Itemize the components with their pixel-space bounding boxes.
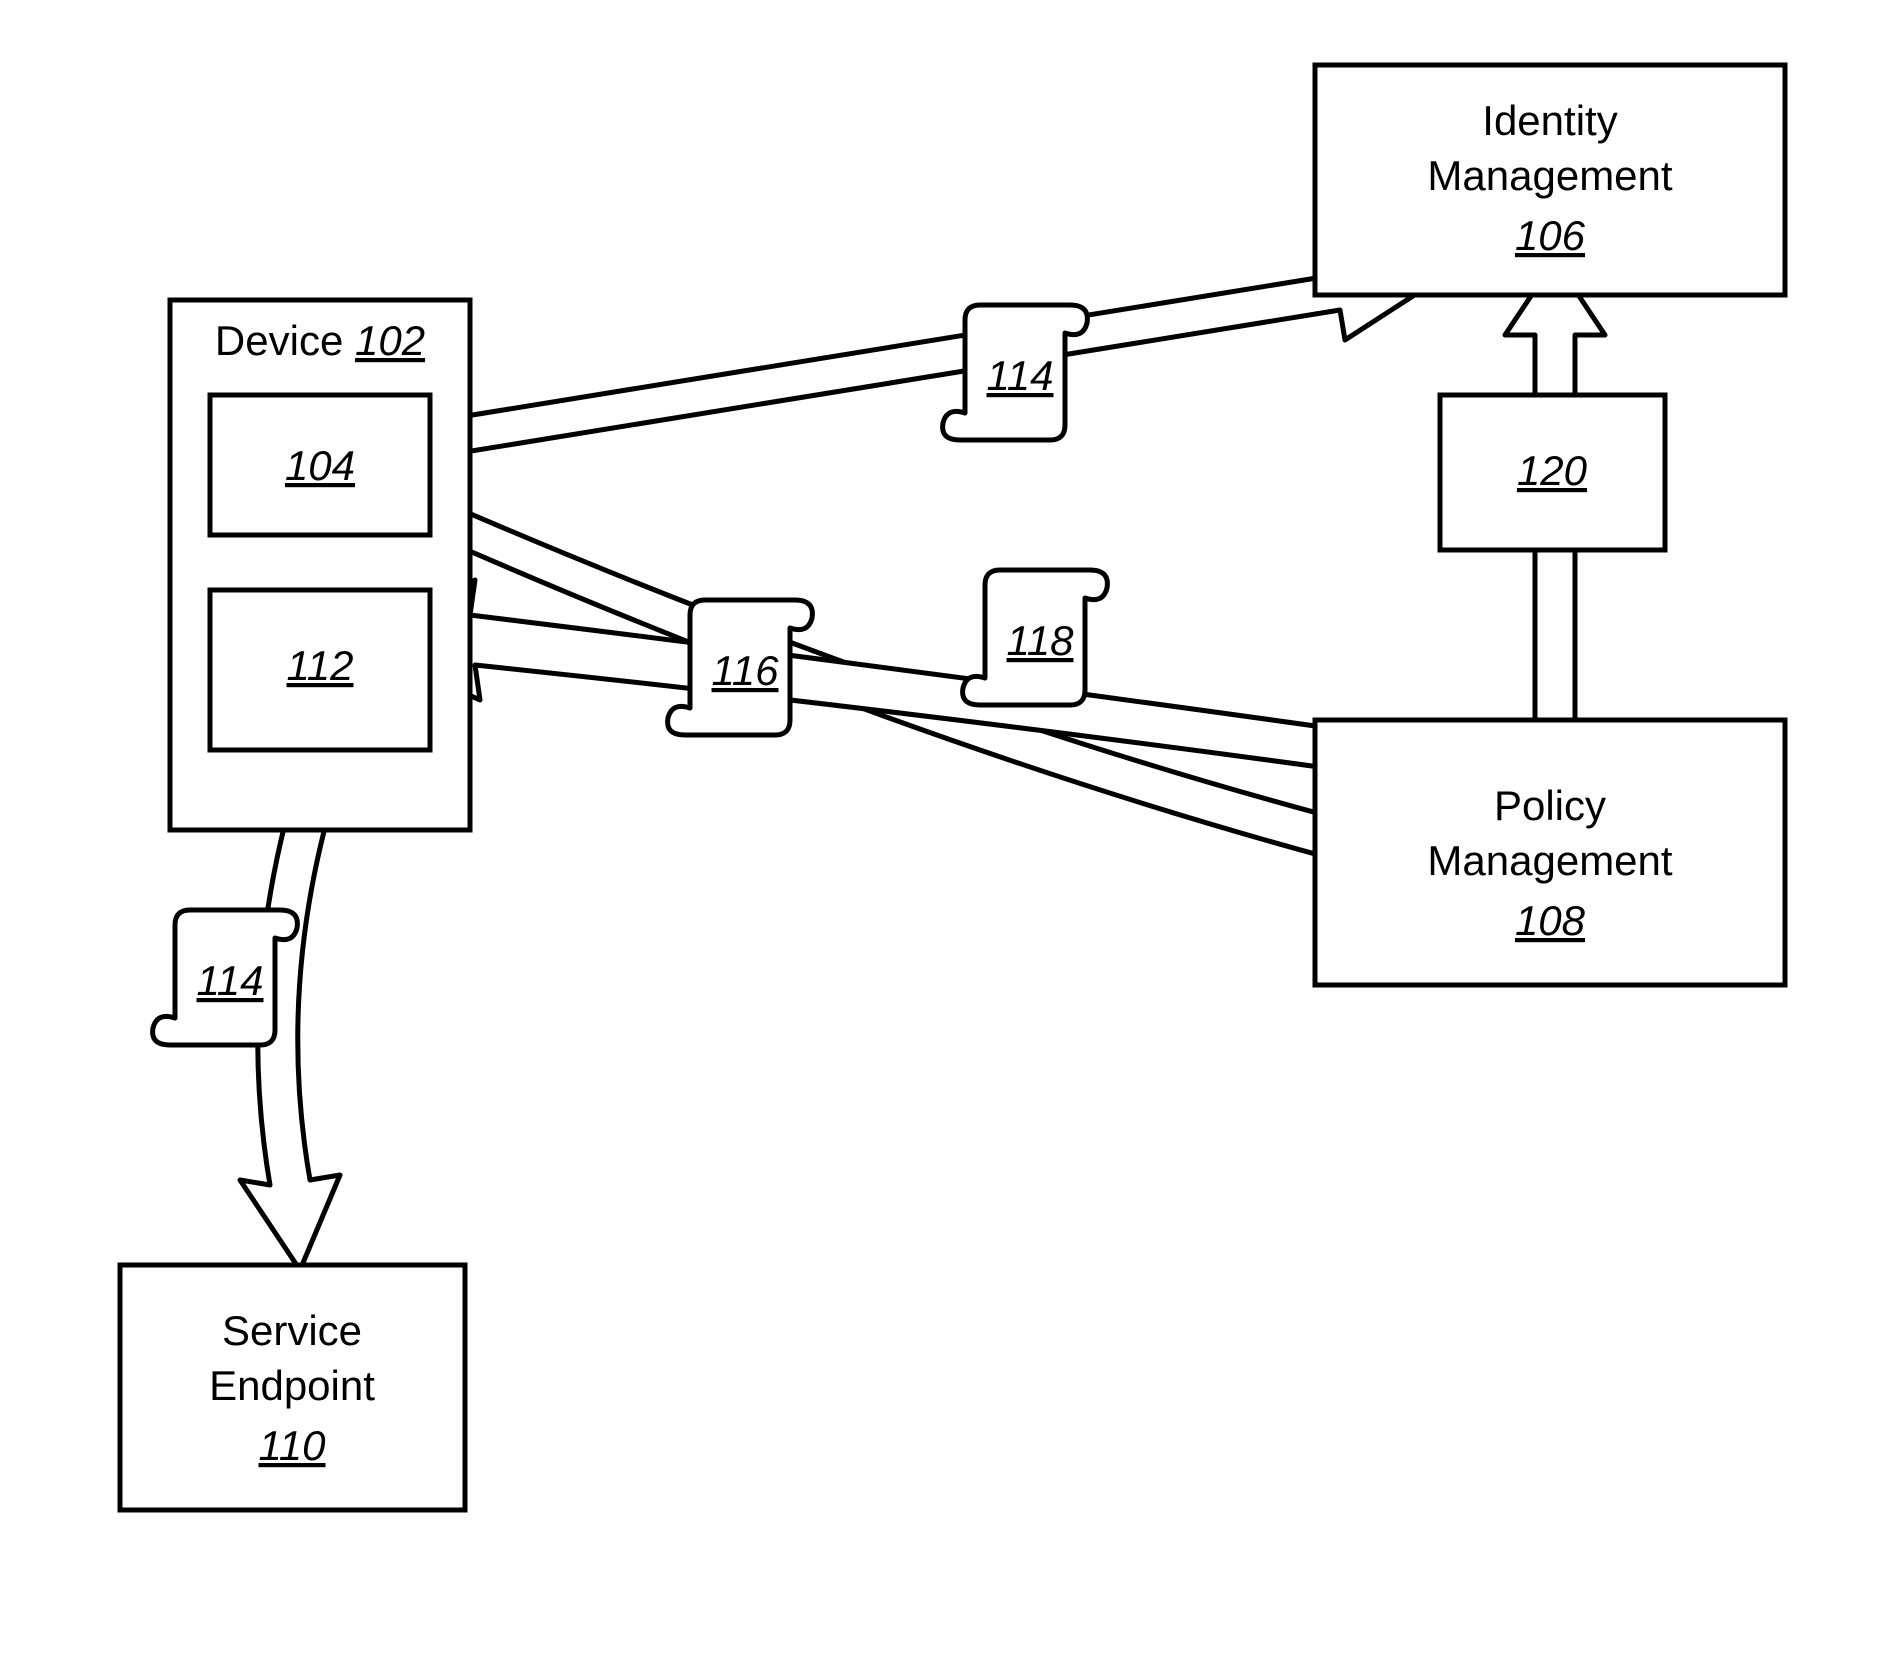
service-label2: Endpoint [209,1362,375,1409]
diagram-canvas: 114 116 118 114 Device 102 104 112 Ident… [0,0,1877,1657]
device-title-line: Device 102 [215,317,425,364]
svg-text:114: 114 [987,352,1054,399]
service-label1: Service [222,1307,362,1354]
scroll-118: 118 [963,570,1108,705]
scroll-114b-ref: 114 [197,957,264,1004]
policy-label2: Management [1427,837,1672,884]
scroll-114a-ref: 114 [987,352,1054,399]
scroll-116-ref: 116 [712,647,780,694]
arrow-104-to-identity [380,245,1430,465]
identity-label2: Management [1427,152,1672,199]
svg-text:106: 106 [1515,212,1586,259]
svg-text:110: 110 [259,1422,327,1469]
box-104-ref: 104 [285,442,355,489]
scroll-116: 116 [668,600,813,735]
device-ref: 102 [355,317,425,364]
identity-ref: 106 [1515,212,1586,259]
policy-label1: Policy [1494,782,1606,829]
svg-text:104: 104 [285,442,355,489]
svg-text:112: 112 [287,642,354,689]
box-120-ref: 120 [1517,447,1588,494]
box-112-ref: 112 [287,642,354,689]
service-ref: 110 [259,1422,327,1469]
svg-text:108: 108 [1515,897,1586,944]
scroll-118-ref: 118 [1007,617,1075,664]
device-label: Device [215,317,343,364]
svg-text:114: 114 [197,957,264,1004]
scroll-114-top: 114 [943,305,1088,440]
svg-text:116: 116 [712,647,780,694]
svg-text:120: 120 [1517,447,1588,494]
identity-label1: Identity [1482,97,1617,144]
scroll-114-bottom: 114 [153,910,298,1045]
svg-text:118: 118 [1007,617,1075,664]
policy-ref: 108 [1515,897,1586,944]
